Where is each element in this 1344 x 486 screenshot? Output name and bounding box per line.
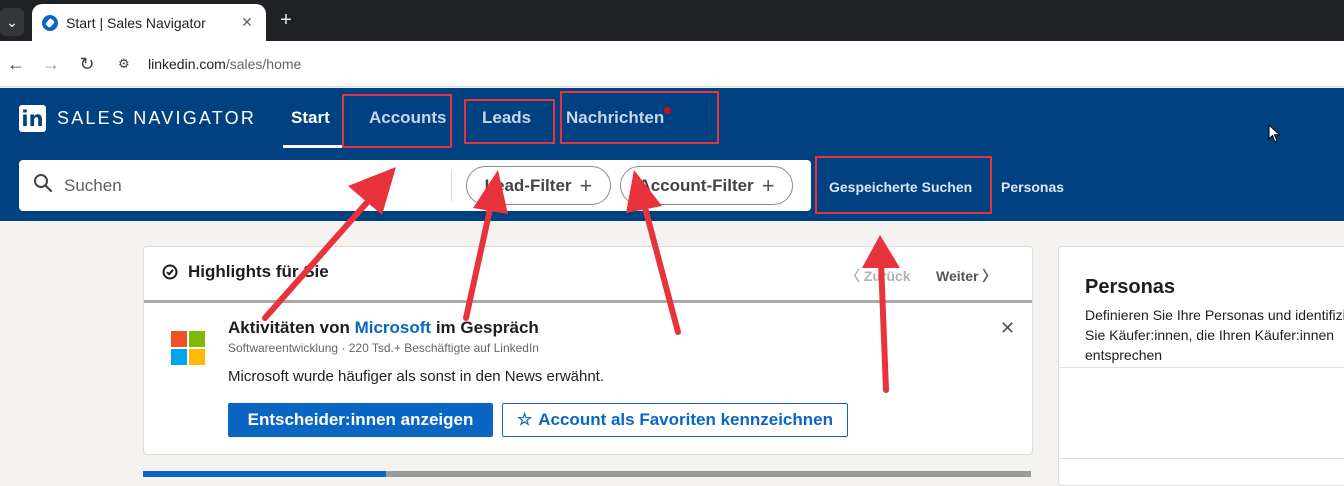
annotation-box-messages	[560, 91, 719, 144]
next-button[interactable]: Weiter 〉	[936, 266, 996, 286]
compass-icon	[42, 14, 58, 31]
back-button[interactable]: 〈 Zurück	[846, 266, 911, 286]
divider	[1059, 367, 1344, 368]
company-link[interactable]: Microsoft	[355, 318, 432, 337]
check-circle-icon	[162, 264, 178, 280]
url-field[interactable]: ⚙ linkedin.com/sales/home	[112, 47, 1344, 81]
reload-button[interactable]: ↻	[76, 53, 98, 75]
search-divider	[451, 170, 452, 201]
linkedin-logo-icon[interactable]: in	[19, 105, 46, 132]
activity-subtitle: Softwareentwicklung · 220 Tsd.+ Beschäft…	[228, 341, 539, 355]
close-icon[interactable]: ✕	[236, 14, 258, 31]
forward-button[interactable]: →	[40, 53, 62, 75]
plus-icon: +	[761, 172, 775, 198]
logo-text[interactable]: SALES NAVIGATOR	[57, 108, 256, 129]
lead-filter-button[interactable]: Lead-Filter +	[466, 166, 611, 205]
plus-icon: +	[579, 172, 593, 198]
annotation-box-leads	[464, 99, 555, 144]
highlights-card: Highlights für Sie 〈 Zurück Weiter 〉 Akt…	[143, 246, 1033, 455]
browser-tab[interactable]: Start | Sales Navigator ✕	[32, 4, 266, 41]
microsoft-logo-icon[interactable]	[171, 331, 205, 365]
favorite-account-label: Account als Favoriten kennzeichnen	[538, 410, 833, 429]
close-icon[interactable]: ✕	[1000, 318, 1015, 339]
annotation-box-accounts	[342, 94, 452, 148]
search-panel: Suchen Lead-Filter + Account-Filter +	[19, 160, 811, 211]
mouse-cursor-icon	[1268, 124, 1281, 143]
url-text: linkedin.com/sales/home	[148, 56, 301, 72]
site-settings-icon[interactable]: ⚙	[118, 56, 142, 72]
search-icon	[34, 174, 53, 193]
back-button[interactable]: ←	[5, 53, 27, 75]
url-host: linkedin.com	[148, 56, 226, 72]
star-icon: ☆	[517, 410, 533, 429]
lead-filter-label: Lead-Filter	[484, 175, 572, 195]
address-bar: ← → ↻ ⚙ linkedin.com/sales/home	[0, 41, 1344, 87]
divider	[144, 300, 1032, 303]
account-filter-button[interactable]: Account-Filter +	[620, 166, 793, 205]
personas-card: Personas Definieren Sie Ihre Personas un…	[1058, 246, 1344, 486]
search-input[interactable]: Suchen	[64, 176, 122, 196]
highlights-title: Highlights für Sie	[188, 262, 329, 281]
favorite-account-button[interactable]: ☆ Account als Favoriten kennzeichnen	[502, 403, 848, 437]
activity-title: Aktivitäten von Microsoft im Gespräch	[228, 318, 539, 338]
divider	[1059, 458, 1344, 459]
tab-strip-active[interactable]	[143, 471, 386, 477]
personas-description: Definieren Sie Ihre Personas und identif…	[1085, 307, 1344, 363]
activity-prefix: Aktivitäten von	[228, 318, 355, 337]
tab-search-button[interactable]: ⌄	[0, 8, 24, 36]
active-nav-indicator	[283, 145, 342, 148]
activity-suffix: im Gespräch	[431, 318, 539, 337]
annotation-box-saved-searches	[815, 156, 992, 214]
personas-link[interactable]: Personas	[1001, 179, 1064, 195]
new-tab-button[interactable]: +	[274, 8, 298, 32]
show-decision-makers-button[interactable]: Entscheider:innen anzeigen	[228, 403, 493, 437]
nav-start[interactable]: Start	[291, 108, 330, 128]
activity-body: Microsoft wurde häufiger als sonst in de…	[228, 368, 605, 385]
personas-title: Personas	[1085, 276, 1176, 298]
tab-title: Start | Sales Navigator	[66, 14, 206, 31]
url-path: /sales/home	[225, 56, 302, 72]
account-filter-label: Account-Filter	[638, 175, 754, 195]
browser-tab-bar: ⌄ Start | Sales Navigator ✕ +	[0, 0, 1344, 41]
